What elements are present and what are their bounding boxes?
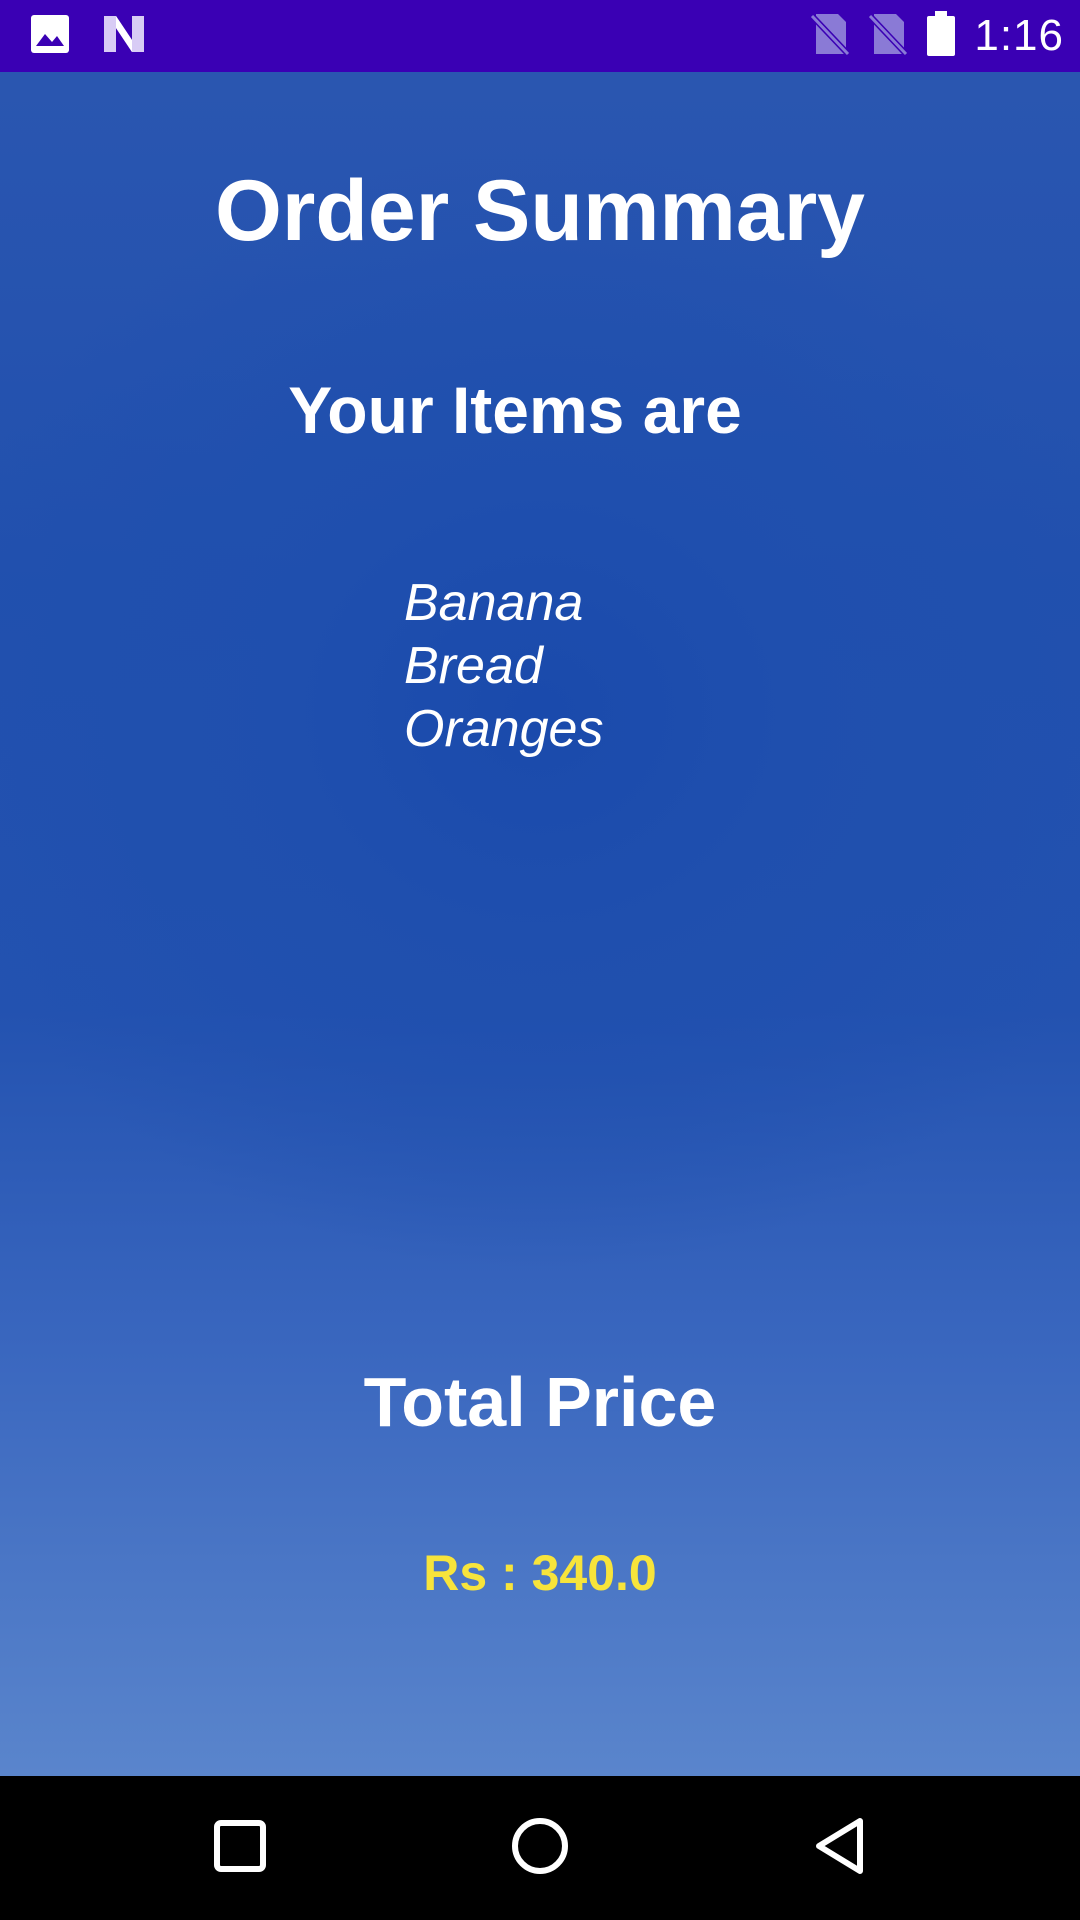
list-item: Bread [404,637,543,695]
no-sim-icon [868,12,909,61]
no-sim-icon [810,12,851,61]
navigation-bar [0,1776,1080,1920]
clock: 1:16 [974,11,1064,60]
n-logo-icon [102,14,146,59]
image-icon [30,14,70,59]
recent-apps-icon [213,1819,267,1878]
screen: 1:16 Order Summary Your Items are Banana… [0,0,1080,1920]
status-bar: 1:16 [0,0,1080,72]
order-summary-content: Order Summary Your Items are Banana Brea… [0,72,1080,1776]
items-heading: Your Items are [288,373,742,447]
home-icon [510,1816,570,1881]
battery-icon [926,10,956,62]
back-icon [812,1816,868,1881]
total-price-label: Total Price [363,1363,717,1441]
status-bar-right: 1:16 [810,10,1064,62]
recent-apps-button[interactable] [160,1776,320,1920]
home-button[interactable] [460,1776,620,1920]
list-item: Oranges [404,700,604,758]
page-title: Order Summary [214,163,866,259]
total-price-value: Rs : 340.0 [423,1545,657,1601]
back-button[interactable] [760,1776,920,1920]
list-item: Banana [404,574,584,632]
items-list: Banana Bread Oranges [404,572,603,761]
status-bar-left [30,14,146,59]
